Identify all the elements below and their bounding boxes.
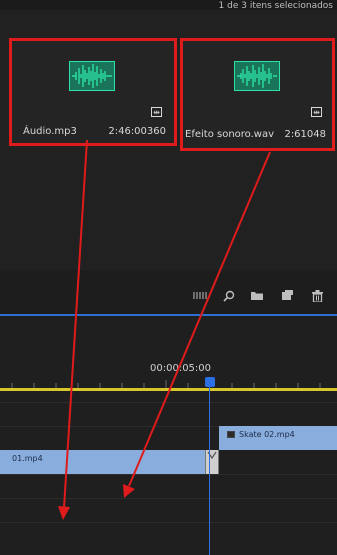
- annotation-arrowhead: [58, 506, 70, 520]
- annotation-arrows: [58, 139, 271, 520]
- annotation-arrowhead: [123, 484, 135, 498]
- annotation-arrow: [128, 151, 271, 487]
- annotation-arrow: [63, 139, 88, 509]
